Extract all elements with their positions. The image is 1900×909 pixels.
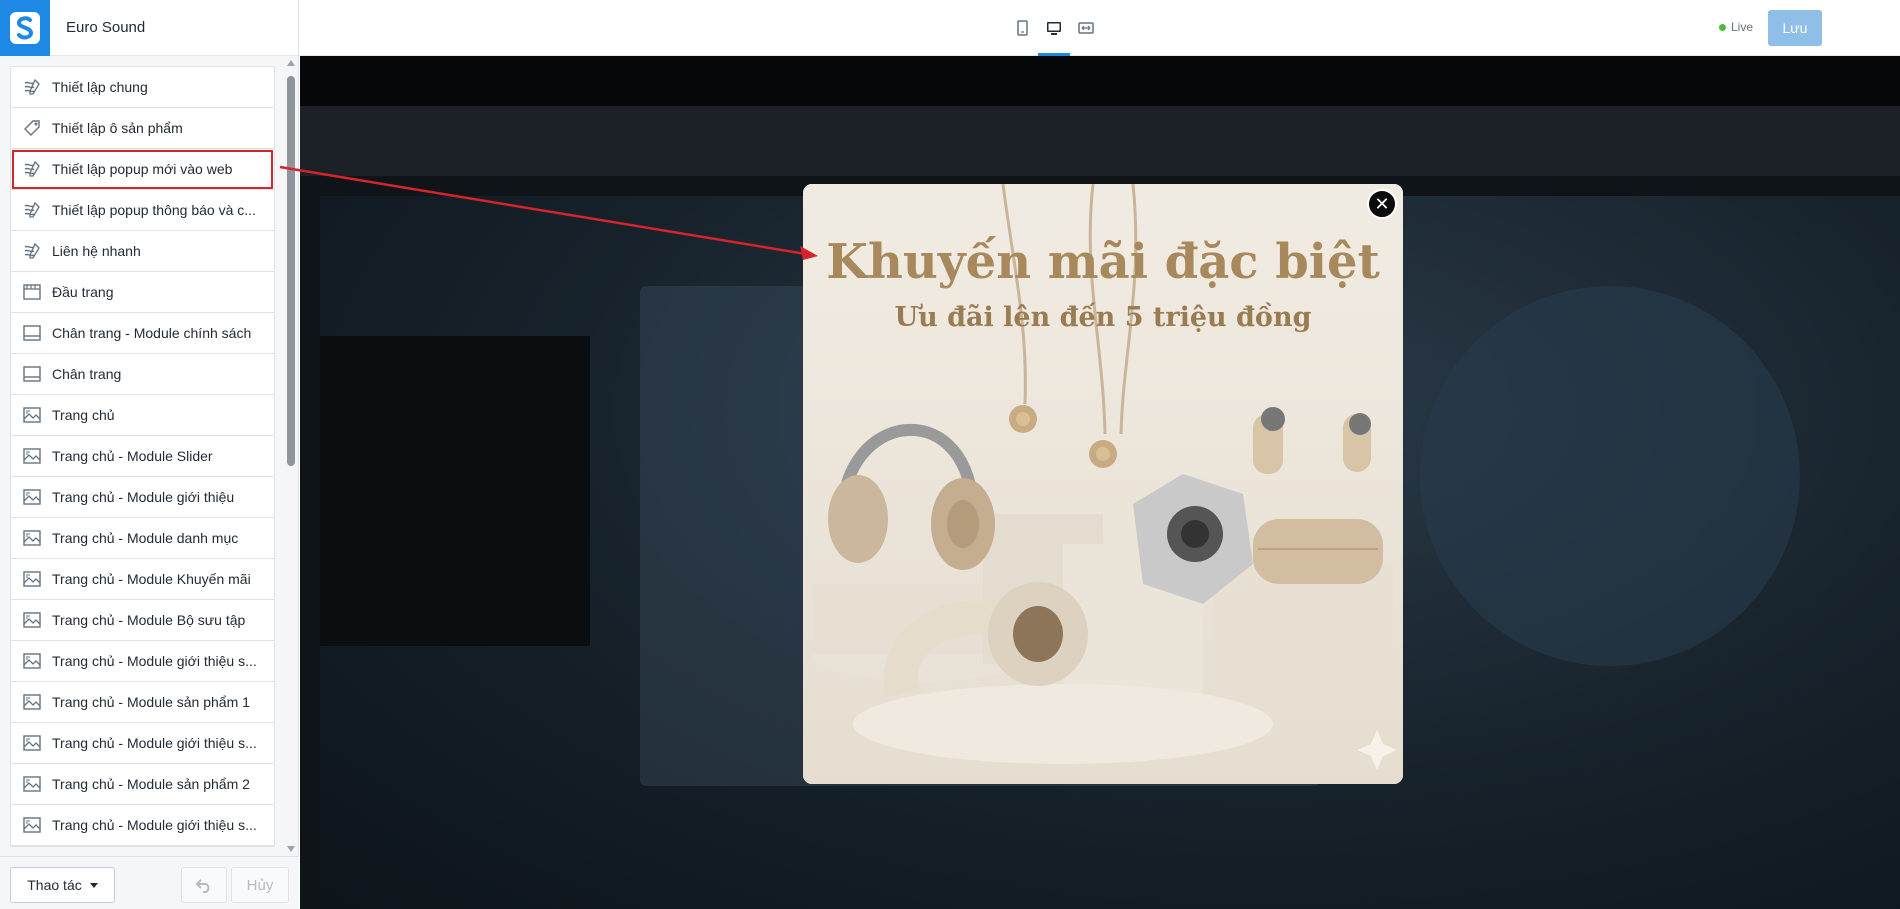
live-label: Live: [1731, 20, 1754, 34]
sidebar-menu-item-label: Đầu trang: [52, 284, 114, 300]
sidebar-menu-item-label: Thiết lập popup mới vào web: [52, 161, 233, 177]
sidebar-menu-item-label: Trang chủ - Module sản phẩm 2: [52, 776, 250, 792]
footer-layout-icon: [21, 322, 43, 344]
popup-close-button[interactable]: ✕: [1367, 189, 1397, 219]
sidebar-menu-item[interactable]: Trang chủ - Module sản phẩm 2: [11, 764, 274, 805]
image-section-icon: [21, 609, 43, 631]
settings-menu: Thiết lập chung Thiết lập ô sản phẩm Thiết…: [10, 66, 275, 847]
image-section-icon: [21, 732, 43, 754]
sidebar-menu-item[interactable]: Trang chủ - Module Slider: [11, 436, 274, 477]
promo-popup[interactable]: Khuyến mãi đặc biệt Ưu đãi lên đến 5 tri…: [803, 184, 1403, 784]
image-section-icon: [21, 691, 43, 713]
preview-nav: [300, 106, 1900, 176]
actions-label: Thao tác: [27, 877, 82, 893]
sidebar-menu-item[interactable]: Trang chủ - Module Khuyến mãi: [11, 559, 274, 600]
live-status: Live: [1719, 20, 1753, 34]
save-button[interactable]: Lưu: [1768, 10, 1822, 46]
sidebar-menu-item[interactable]: Thiết lập chung: [11, 67, 274, 108]
sapo-logo-icon: [10, 11, 40, 44]
sidebar-menu-item[interactable]: Đầu trang: [11, 272, 274, 313]
undo-icon: [195, 879, 210, 893]
image-section-icon: [21, 486, 43, 508]
scroll-down-arrow-icon[interactable]: [287, 846, 295, 852]
image-section-icon: [21, 445, 43, 467]
sidebar-menu-item[interactable]: Trang chủ: [11, 395, 274, 436]
caret-down-icon: [89, 882, 98, 888]
sidebar-menu-item-label: Thiết lập popup thông báo và c...: [52, 202, 256, 218]
sidebar-menu-item[interactable]: Trang chủ - Module sản phẩm 1: [11, 682, 274, 723]
sidebar-menu-item[interactable]: Chân trang: [11, 354, 274, 395]
sidebar: Euro Sound Thiết lập chung Thiết lập ô sả…: [0, 0, 299, 909]
preview-category-panel: [320, 336, 590, 646]
sidebar-footer: Thao tác Hủy: [0, 856, 299, 909]
brand-bar: Euro Sound: [0, 0, 298, 56]
sidebar-menu-item-label: Trang chủ - Module giới thiệu s...: [52, 817, 257, 833]
image-section-icon: [21, 404, 43, 426]
settings-brush-icon: [21, 76, 43, 98]
image-section-icon: [21, 527, 43, 549]
sidebar-menu-item-label: Trang chủ - Module sản phẩm 1: [52, 694, 250, 710]
sidebar-menu-item-label: Thiết lập ô sản phẩm: [52, 120, 183, 136]
live-dot: [1719, 23, 1726, 31]
sidebar-menu-item[interactable]: Trang chủ - Module giới thiệu s...: [11, 641, 274, 682]
header-layout-icon: [21, 281, 43, 303]
footer-layout-icon: [21, 363, 43, 385]
sidebar-menu-item-label: Trang chủ - Module Bộ sưu tập: [52, 612, 246, 628]
sidebar-menu-item[interactable]: Trang chủ - Module giới thiệu s...: [11, 805, 274, 846]
sidebar-menu-item[interactable]: Trang chủ - Module giới thiệu s...: [11, 723, 274, 764]
preview-hero-image: [1420, 286, 1800, 666]
settings-brush-icon: [21, 158, 43, 180]
sidebar-menu-item-label: Trang chủ - Module giới thiệu: [52, 489, 235, 505]
desktop-view-button[interactable]: [1038, 0, 1070, 56]
fullwidth-view-button[interactable]: [1070, 0, 1102, 56]
mobile-view-icon: [1017, 20, 1028, 36]
sidebar-menu-item[interactable]: Trang chủ - Module Bộ sưu tập: [11, 600, 274, 641]
promo-subtitle: Ưu đãi lên đến 5 triệu đồng: [894, 302, 1312, 333]
settings-menu-scroll[interactable]: Thiết lập chung Thiết lập ô sản phẩm Thiết…: [0, 56, 299, 856]
fullwidth-view-icon: [1078, 22, 1094, 34]
desktop-view-icon: [1047, 22, 1061, 35]
sidebar-scrollbar[interactable]: [286, 58, 296, 854]
image-section-icon: [21, 650, 43, 672]
cancel-button[interactable]: Hủy: [231, 867, 289, 903]
sidebar-menu-item-label: Trang chủ - Module giới thiệu s...: [52, 735, 257, 751]
sidebar-menu-item-label: Trang chủ - Module giới thiệu s...: [52, 653, 257, 669]
scroll-up-arrow-icon[interactable]: [287, 60, 295, 66]
settings-brush-icon: [21, 240, 43, 262]
sidebar-menu-item-label: Trang chủ: [52, 407, 115, 423]
undo-button[interactable]: [181, 867, 227, 903]
sidebar-menu-item-label: Thiết lập chung: [52, 79, 148, 95]
image-section-icon: [21, 773, 43, 795]
tag-icon: [21, 117, 43, 139]
sidebar-menu-item[interactable]: Liên hệ nhanh: [11, 231, 274, 272]
actions-dropdown-button[interactable]: Thao tác: [10, 867, 115, 903]
image-section-icon: [21, 814, 43, 836]
sidebar-menu-item[interactable]: Thiết lập popup mới vào web: [11, 149, 274, 190]
sidebar-menu-item[interactable]: Trang chủ - Module giới thiệu: [11, 477, 274, 518]
scroll-thumb[interactable]: [287, 76, 295, 466]
sidebar-menu-item[interactable]: Thiết lập ô sản phẩm: [11, 108, 274, 149]
sidebar-menu-item-label: Chân trang: [52, 366, 122, 382]
app-logo[interactable]: [0, 0, 50, 56]
preview-topbar: [300, 56, 1900, 106]
settings-brush-icon: [21, 199, 43, 221]
mobile-view-button[interactable]: [1006, 0, 1038, 56]
sidebar-menu-item-label: Trang chủ - Module Khuyến mãi: [52, 571, 251, 587]
sidebar-menu-item[interactable]: Chân trang - Module chính sách: [11, 313, 274, 354]
sidebar-menu-item-label: Liên hệ nhanh: [52, 243, 141, 259]
image-section-icon: [21, 568, 43, 590]
store-name[interactable]: Euro Sound: [66, 19, 145, 36]
promo-title: Khuyến mãi đặc biệt: [826, 234, 1380, 290]
sidebar-menu-item[interactable]: Thiết lập popup thông báo và c...: [11, 190, 274, 231]
sidebar-menu-item[interactable]: Trang chủ - Module danh mục: [11, 518, 274, 559]
sidebar-menu-item-label: Trang chủ - Module Slider: [52, 448, 213, 464]
sidebar-menu-item-label: Trang chủ - Module danh mục: [52, 530, 239, 546]
close-icon: ✕: [1374, 193, 1390, 214]
sidebar-menu-item-label: Chân trang - Module chính sách: [52, 325, 252, 341]
top-bar: Live Lưu: [300, 0, 1900, 56]
